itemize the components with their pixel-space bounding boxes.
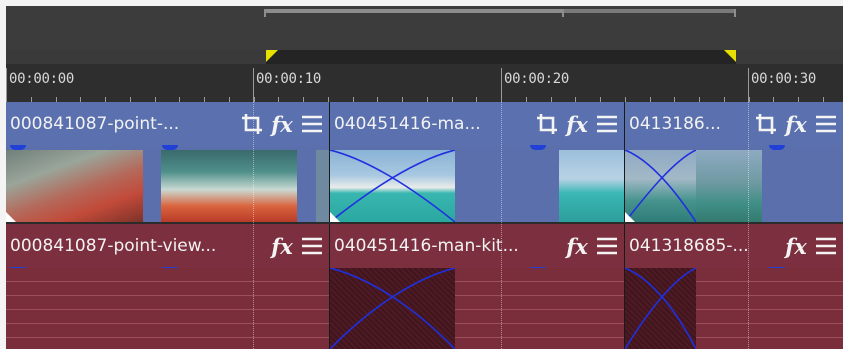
clip-name: 040451416-ma... <box>334 114 481 134</box>
loop-region[interactable] <box>266 50 736 64</box>
clip-thumbnails <box>330 146 624 222</box>
fx-icon[interactable]: fx <box>269 111 295 137</box>
loop-bar[interactable] <box>6 50 843 64</box>
clip-thumbnails <box>6 146 329 222</box>
fx-icon[interactable]: fx <box>783 111 809 137</box>
timeline-panel: 00:00:00 00:00:10 00:00:20 00:00:30 0008… <box>6 6 843 349</box>
fx-icon[interactable]: fx <box>783 233 809 259</box>
ruler-label: 00:00:10 <box>256 71 322 87</box>
thumbnail <box>559 150 624 222</box>
ruler-label: 00:00:20 <box>504 71 570 87</box>
fx-icon[interactable]: fx <box>564 233 590 259</box>
thumbnail <box>696 150 762 222</box>
loop-end-marker[interactable] <box>724 50 736 62</box>
crossfade-curve[interactable] <box>625 150 696 222</box>
clip-thumbnails <box>625 146 843 222</box>
menu-icon[interactable] <box>813 233 839 259</box>
timeline-grid-line <box>748 102 749 349</box>
crop-icon[interactable] <box>753 111 779 137</box>
audio-clip[interactable]: 040451416-man-kit... fx <box>330 224 625 349</box>
fade-in-handle[interactable] <box>330 212 340 222</box>
loop-start-marker[interactable] <box>266 50 278 62</box>
overview-scroll-bar[interactable] <box>264 9 564 13</box>
overview-marker <box>734 9 736 17</box>
fade-in-handle[interactable] <box>6 212 16 222</box>
audio-clip[interactable]: 000841087-point-view... fx <box>6 224 330 349</box>
clip-name: 0413186... <box>629 114 721 134</box>
fade-in-handle[interactable] <box>625 212 635 222</box>
timeline-grid-line <box>501 102 502 349</box>
thumbnail <box>316 150 329 222</box>
crossfade-curve[interactable] <box>330 268 455 349</box>
menu-icon[interactable] <box>813 111 839 137</box>
menu-icon[interactable] <box>299 233 325 259</box>
clip-name: 000841087-point-view... <box>10 236 217 256</box>
audio-waveform <box>6 268 329 349</box>
video-clip[interactable]: 0413186... fx <box>625 102 843 222</box>
timeline-overview[interactable] <box>6 6 843 64</box>
video-track[interactable]: 000841087-point-... fx 040451416-ma... f… <box>6 102 843 222</box>
fx-icon[interactable]: fx <box>564 111 590 137</box>
audio-track[interactable]: 000841087-point-view... fx 040451416-man… <box>6 224 843 349</box>
thumbnail <box>161 150 297 222</box>
clip-header[interactable]: 040451416-ma... fx <box>330 102 624 146</box>
video-clip[interactable]: 000841087-point-... fx <box>6 102 330 222</box>
menu-icon[interactable] <box>594 233 620 259</box>
clip-name: 041318685-... <box>629 236 749 256</box>
crop-icon[interactable] <box>239 111 265 137</box>
clip-name: 040451416-man-kit... <box>334 236 519 256</box>
clip-header[interactable]: 040451416-man-kit... fx <box>330 224 624 268</box>
video-clip[interactable]: 040451416-ma... fx <box>330 102 625 222</box>
time-ruler[interactable]: 00:00:00 00:00:10 00:00:20 00:00:30 <box>6 64 843 103</box>
clip-header[interactable]: 000841087-point-view... fx <box>6 224 329 268</box>
menu-icon[interactable] <box>299 111 325 137</box>
thumbnail <box>6 150 143 222</box>
ruler-label: 00:00:00 <box>9 71 75 87</box>
audio-clip[interactable]: 041318685-... fx <box>625 224 843 349</box>
clip-header[interactable]: 041318685-... fx <box>625 224 843 268</box>
overview-marker <box>562 9 564 17</box>
menu-icon[interactable] <box>594 111 620 137</box>
fx-icon[interactable]: fx <box>269 233 295 259</box>
clip-header[interactable]: 0413186... fx <box>625 102 843 146</box>
crossfade-curve[interactable] <box>330 150 455 222</box>
ruler-label: 00:00:30 <box>751 71 817 87</box>
clip-name: 000841087-point-... <box>10 114 180 134</box>
overview-scroll-bar-secondary[interactable] <box>564 9 736 13</box>
timeline-grid-line <box>253 102 254 349</box>
crossfade-curve[interactable] <box>625 268 696 349</box>
overview-marker <box>264 9 266 17</box>
clip-header[interactable]: 000841087-point-... fx <box>6 102 329 146</box>
crop-icon[interactable] <box>534 111 560 137</box>
